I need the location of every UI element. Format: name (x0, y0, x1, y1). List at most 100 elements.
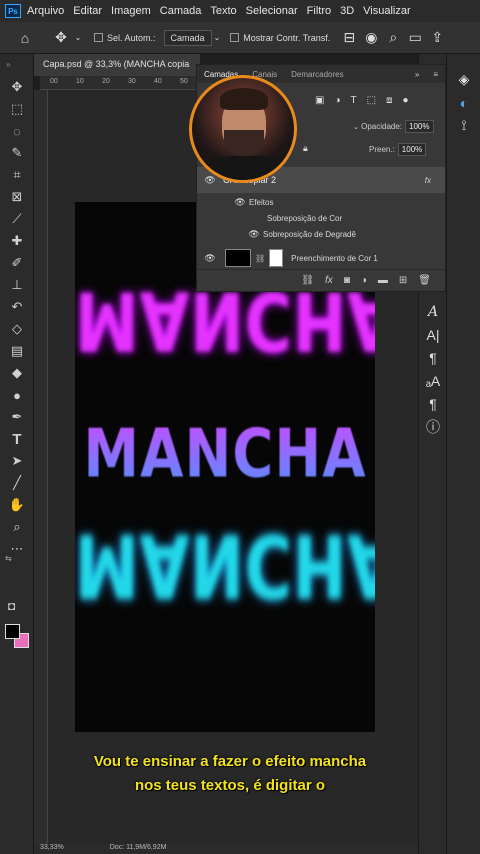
show-transform-label: Mostrar Contr. Transf. (243, 32, 331, 43)
smart-object-filter-icon[interactable]: ⧈ (386, 95, 392, 106)
align-icon[interactable]: ⊟ (338, 27, 360, 49)
effect-row-gradient-overlay[interactable]: 👁︎ Sobreposição de Degradê (197, 227, 445, 241)
layer-row-fill[interactable]: 👁︎ ⛓︎ Preenchimento de Cor 1 (197, 245, 445, 271)
glyphs-icon[interactable]: ₐA (419, 369, 447, 392)
brush-tool-icon[interactable]: ✐ (0, 252, 34, 274)
lock-icon[interactable]: 🔒︎ (303, 143, 308, 154)
quick-select-tool-icon[interactable]: ✎ (0, 142, 34, 164)
visibility-eye-icon[interactable]: 👁︎ (203, 253, 217, 264)
effect-row-color-overlay[interactable]: Sobreposição de Cor (197, 211, 445, 225)
adjustment-filter-icon[interactable]: ◑ (334, 95, 340, 106)
tab-demarcadores[interactable]: Demarcadores (284, 70, 350, 79)
layer-fx-badge[interactable]: fx (425, 176, 431, 185)
opacity-control[interactable]: ⌄ Opacidade: 100% (353, 120, 434, 133)
effects-eye-icon[interactable]: 👁︎ (233, 197, 247, 208)
link-layers-icon[interactable]: ⛓︎ (301, 275, 314, 286)
menu-texto[interactable]: Texto (210, 5, 236, 17)
zoom-tool-icon[interactable]: ⌕ (0, 516, 34, 538)
quick-mask-icon[interactable]: ◘ (8, 599, 15, 613)
user-icon[interactable]: ◉ (360, 27, 382, 49)
opacity-value[interactable]: 100% (405, 120, 434, 133)
main-text: MANCHA (75, 421, 375, 488)
add-mask-icon[interactable]: ◙ (344, 275, 350, 286)
effects-row[interactable]: 👁︎ Efeitos (197, 195, 445, 209)
move-tool-icon[interactable]: ✥ (50, 27, 72, 49)
photoshop-logo-icon[interactable]: Ps (5, 4, 21, 18)
path-select-tool-icon[interactable]: ➤ (0, 450, 34, 472)
character-style-icon[interactable]: A| (419, 323, 447, 346)
workspace-icon[interactable]: ▭ (404, 27, 426, 49)
type-tool-icon[interactable]: T (0, 428, 34, 450)
paragraph-icon[interactable]: ¶ (419, 346, 447, 369)
move-tool-icon[interactable]: ✥ (0, 76, 34, 98)
filter-toggle-icon[interactable]: ● (402, 95, 408, 106)
menu-filtro[interactable]: Filtro (307, 5, 331, 17)
home-icon[interactable]: ⌂ (14, 27, 36, 49)
add-style-icon[interactable]: fx (325, 275, 333, 286)
panel-expand-icon[interactable]: » (408, 70, 426, 79)
caption-line-1: Vou te ensinar a fazer o efeito mancha (93, 753, 367, 770)
image-filter-icon[interactable]: ▣ (315, 95, 324, 106)
eraser-tool-icon[interactable]: ◇ (0, 318, 34, 340)
menu-camada[interactable]: Camada (160, 5, 202, 17)
link-icon: ⛓︎ (255, 253, 266, 263)
status-bar: 33,33% Doc: 11,9M/6,92M (34, 844, 418, 854)
layers-panel-footer: ⛓︎ fx ◙ ◑ ▬ ⊞ 🗑︎ (197, 269, 445, 291)
menu-selecionar[interactable]: Selecionar (246, 5, 298, 17)
effect-name: Sobreposição de Degradê (263, 229, 356, 239)
dodge-tool-icon[interactable]: ● (0, 384, 34, 406)
swap-colors-icon[interactable]: ⇆ (5, 554, 12, 563)
menu-imagem[interactable]: Imagem (111, 5, 151, 17)
panel-menu-icon[interactable]: ≡ (426, 70, 445, 79)
frame-tool-icon[interactable]: ⊠ (0, 186, 34, 208)
pen-tool-icon[interactable]: ✒ (0, 406, 34, 428)
gradient-tool-icon[interactable]: ▤ (0, 340, 34, 362)
menu-arquivo[interactable]: Arquivo (27, 5, 64, 17)
marquee-tool-icon[interactable]: ⬚ (0, 98, 34, 120)
stamp-tool-icon[interactable]: ⊥ (0, 274, 34, 296)
document-tab[interactable]: Capa.psd @ 33,3% (MANCHA copia (34, 54, 200, 76)
new-group-icon[interactable]: ▬ (378, 275, 388, 286)
layer-mask-thumbnail (269, 249, 284, 267)
crop-tool-icon[interactable]: ⌗ (0, 164, 34, 186)
zoom-level[interactable]: 33,33% (40, 844, 64, 854)
shape-filter-icon[interactable]: ⬚ (367, 95, 376, 106)
share-icon[interactable]: ⇪ (426, 27, 448, 49)
character-icon[interactable]: A (419, 300, 447, 323)
menu-editar[interactable]: Editar (73, 5, 102, 17)
fill-value[interactable]: 100% (397, 143, 427, 156)
effect-eye-icon[interactable]: 👁︎ (247, 229, 261, 240)
hand-tool-icon[interactable]: ✋ (0, 494, 34, 516)
new-adjustment-icon[interactable]: ◑ (361, 275, 367, 286)
auto-select-checkbox[interactable] (94, 33, 103, 42)
show-transform-checkbox[interactable] (230, 33, 240, 42)
lasso-tool-icon[interactable]: ◌ (0, 120, 34, 142)
fill-label: Preen.: (369, 145, 395, 154)
avatar-beard (224, 130, 264, 156)
search-icon[interactable]: ⌕ (382, 27, 404, 49)
mirrored-text-bottom: MANCHA (75, 514, 375, 614)
fill-control[interactable]: Preen.: 100% (369, 143, 427, 156)
menu-visualizar[interactable]: Visualizar (363, 5, 411, 17)
menu-3d[interactable]: 3D (340, 5, 354, 17)
layers-panel-icon[interactable]: ◈ (447, 68, 480, 91)
chevron-down-icon[interactable]: ⌄ (72, 27, 84, 49)
auto-select-dropdown[interactable]: Camada (163, 29, 212, 46)
new-layer-icon[interactable]: ⊞ (399, 275, 407, 286)
type-filter-icon[interactable]: T (351, 95, 357, 106)
paragraph-style-icon[interactable]: ¶ (419, 392, 447, 415)
panel-collapse-icon[interactable]: » (0, 54, 33, 76)
blur-tool-icon[interactable]: ◆ (0, 362, 34, 384)
healing-brush-tool-icon[interactable]: ✚ (0, 230, 34, 252)
history-brush-tool-icon[interactable]: ↶ (0, 296, 34, 318)
info-icon[interactable]: ⓘ (419, 415, 447, 438)
trash-icon[interactable]: 🗑︎ (418, 275, 431, 286)
effect-name: Sobreposição de Cor (267, 213, 343, 223)
foreground-color-swatch[interactable] (5, 624, 20, 639)
line-tool-icon[interactable]: ╱ (0, 472, 34, 494)
eyedropper-tool-icon[interactable]: ⟋ (0, 208, 34, 230)
caption-line-2: nos teus textos, é digitar o (134, 777, 326, 794)
effects-label: Efeitos (249, 197, 274, 207)
channels-panel-icon[interactable]: ◐ (447, 91, 480, 114)
paths-panel-icon[interactable]: ⟟ (447, 114, 480, 137)
